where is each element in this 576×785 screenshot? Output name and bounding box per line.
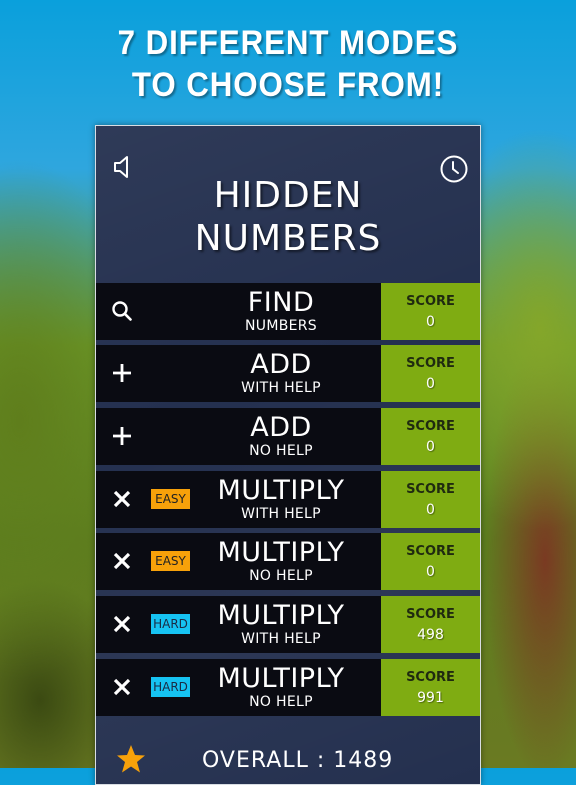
app-title: HIDDEN NUMBERS [96, 174, 480, 260]
multiply-icon [110, 487, 134, 511]
difficulty-badge-easy: EASY [151, 489, 190, 509]
score-value: 0 [426, 502, 435, 518]
score-value: 0 [426, 376, 435, 392]
mode-name: ADD [250, 412, 312, 443]
mode-row-find-numbers[interactable]: FIND NUMBERS SCORE 0 [96, 283, 480, 340]
mode-row-multiply-hard-with-help[interactable]: HARD MULTIPLY WITH HELP SCORE 498 [96, 596, 480, 653]
score-box: SCORE 0 [381, 471, 480, 528]
overall-score-bar: OVERALL : 1489 [96, 744, 480, 784]
mode-row-add-no-help[interactable]: ADD NO HELP SCORE 0 [96, 408, 480, 465]
mode-subtitle: WITH HELP [241, 506, 321, 522]
mode-label: MULTIPLY NO HELP [191, 659, 371, 711]
score-label: SCORE [406, 419, 455, 434]
score-box: SCORE 498 [381, 596, 480, 653]
star-icon [116, 744, 146, 774]
multiply-icon [110, 549, 134, 573]
mode-name: MULTIPLY [217, 600, 345, 631]
overall-score-text: OVERALL : 1489 [202, 748, 394, 773]
mode-subtitle: NO HELP [249, 694, 313, 710]
score-label: SCORE [406, 294, 455, 309]
mode-subtitle: WITH HELP [241, 631, 321, 647]
mode-name: ADD [250, 349, 312, 380]
app-screen: HIDDEN NUMBERS FIND NUMBERS SCORE 0 ADD … [95, 125, 481, 785]
mode-label: FIND NUMBERS [191, 283, 371, 335]
mode-row-multiply-hard-no-help[interactable]: HARD MULTIPLY NO HELP SCORE 991 [96, 659, 480, 716]
score-label: SCORE [406, 544, 455, 559]
mode-label: MULTIPLY WITH HELP [191, 471, 371, 523]
score-label: SCORE [406, 607, 455, 622]
score-box: SCORE 0 [381, 283, 480, 340]
score-value: 0 [426, 314, 435, 330]
mode-subtitle: NO HELP [249, 443, 313, 459]
multiply-icon [110, 612, 134, 636]
mode-name: MULTIPLY [217, 537, 345, 568]
score-label: SCORE [406, 356, 455, 371]
score-value: 498 [417, 627, 444, 643]
mode-subtitle: NO HELP [249, 568, 313, 584]
mode-label: MULTIPLY NO HELP [191, 533, 371, 585]
headline-line-1: 7 DIFFERENT MODES [117, 24, 459, 62]
score-label: SCORE [406, 482, 455, 497]
difficulty-badge-hard: HARD [151, 614, 190, 634]
mode-name: MULTIPLY [217, 663, 345, 694]
plus-icon [110, 361, 134, 385]
difficulty-badge-hard: HARD [151, 677, 190, 697]
score-value: 0 [426, 439, 435, 455]
headline-line-2: TO CHOOSE FROM! [131, 66, 445, 104]
mode-subtitle: NUMBERS [245, 318, 317, 334]
plus-icon [110, 424, 134, 448]
search-icon [110, 299, 134, 323]
score-box: SCORE 0 [381, 533, 480, 590]
mode-label: ADD NO HELP [191, 408, 371, 460]
multiply-icon [110, 675, 134, 699]
score-box: SCORE 991 [381, 659, 480, 716]
score-value: 991 [417, 690, 444, 706]
difficulty-badge-easy: EASY [151, 551, 190, 571]
mode-row-add-with-help[interactable]: ADD WITH HELP SCORE 0 [96, 345, 480, 402]
mode-row-multiply-easy-no-help[interactable]: EASY MULTIPLY NO HELP SCORE 0 [96, 533, 480, 590]
score-box: SCORE 0 [381, 408, 480, 465]
mode-row-multiply-easy-with-help[interactable]: EASY MULTIPLY WITH HELP SCORE 0 [96, 471, 480, 528]
score-box: SCORE 0 [381, 345, 480, 402]
title-line-1: HIDDEN [213, 175, 363, 216]
score-label: SCORE [406, 670, 455, 685]
mode-name: MULTIPLY [217, 475, 345, 506]
promo-headline: 7 DIFFERENT MODES TO CHOOSE FROM! [23, 22, 553, 106]
mode-label: MULTIPLY WITH HELP [191, 596, 371, 648]
score-value: 0 [426, 564, 435, 580]
mode-label: ADD WITH HELP [191, 345, 371, 397]
mode-name: FIND [247, 287, 315, 318]
title-line-2: NUMBERS [194, 218, 382, 259]
mode-subtitle: WITH HELP [241, 380, 321, 396]
